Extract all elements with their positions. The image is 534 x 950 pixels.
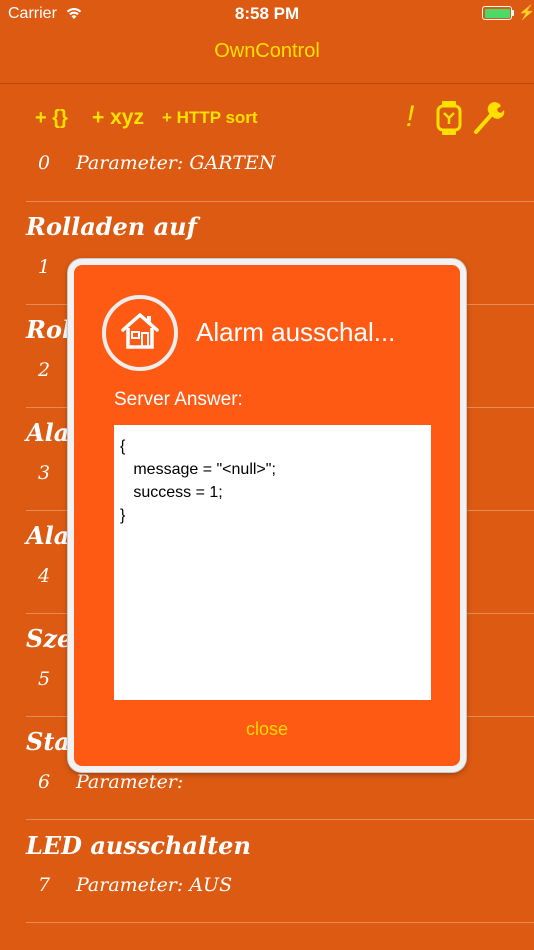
item-number: 5 [38, 668, 51, 690]
home-icon [102, 295, 178, 371]
settings-wrench-icon[interactable] [472, 100, 506, 136]
item-title: Rol [26, 315, 72, 344]
add-xyz-button[interactable]: + xyz [92, 106, 144, 130]
item-number: 0 [38, 152, 51, 174]
item-parameter: Parameter: GARTEN [76, 152, 276, 174]
item-parameter: Parameter: [76, 771, 184, 793]
watch-icon[interactable] [436, 100, 462, 136]
row-divider [26, 922, 534, 923]
close-button[interactable]: close [74, 719, 460, 740]
add-http-sort-button[interactable]: + HTTP sort [162, 108, 258, 128]
charging-icon: ⚡ [518, 4, 534, 20]
item-number: 6 [38, 771, 51, 793]
row-divider [26, 201, 534, 202]
item-title: Rolladen auf [26, 212, 197, 241]
nav-divider [0, 83, 534, 84]
battery-cap [512, 10, 514, 16]
item-number: 2 [38, 359, 51, 381]
toolbar: + {} + xyz + HTTP sort ! [0, 100, 534, 140]
server-answer-text[interactable]: { message = "<null>"; success = 1; } [114, 425, 431, 700]
item-title: LED ausschalten [26, 831, 251, 860]
dialog-title: Alarm ausschal... [196, 317, 396, 347]
server-answer-dialog: Alarm ausschal... Server Answer: { messa… [68, 259, 466, 772]
item-title: Sze [26, 624, 73, 653]
item-title: Sta [26, 727, 70, 756]
item-number: 7 [38, 874, 51, 896]
item-number: 1 [38, 256, 51, 278]
status-bar: Carrier 8:58 PM ⚡ [0, 0, 534, 30]
alert-button[interactable]: ! [406, 100, 414, 134]
clock: 8:58 PM [234, 4, 300, 23]
add-json-button[interactable]: + {} [35, 107, 68, 130]
battery-icon [482, 6, 512, 20]
item-number: 4 [38, 565, 51, 587]
server-answer-label: Server Answer: [114, 389, 243, 410]
row-divider [26, 819, 534, 820]
item-parameter: Parameter: AUS [76, 874, 233, 896]
app-title: OwnControl [214, 40, 320, 62]
item-number: 3 [38, 462, 51, 484]
